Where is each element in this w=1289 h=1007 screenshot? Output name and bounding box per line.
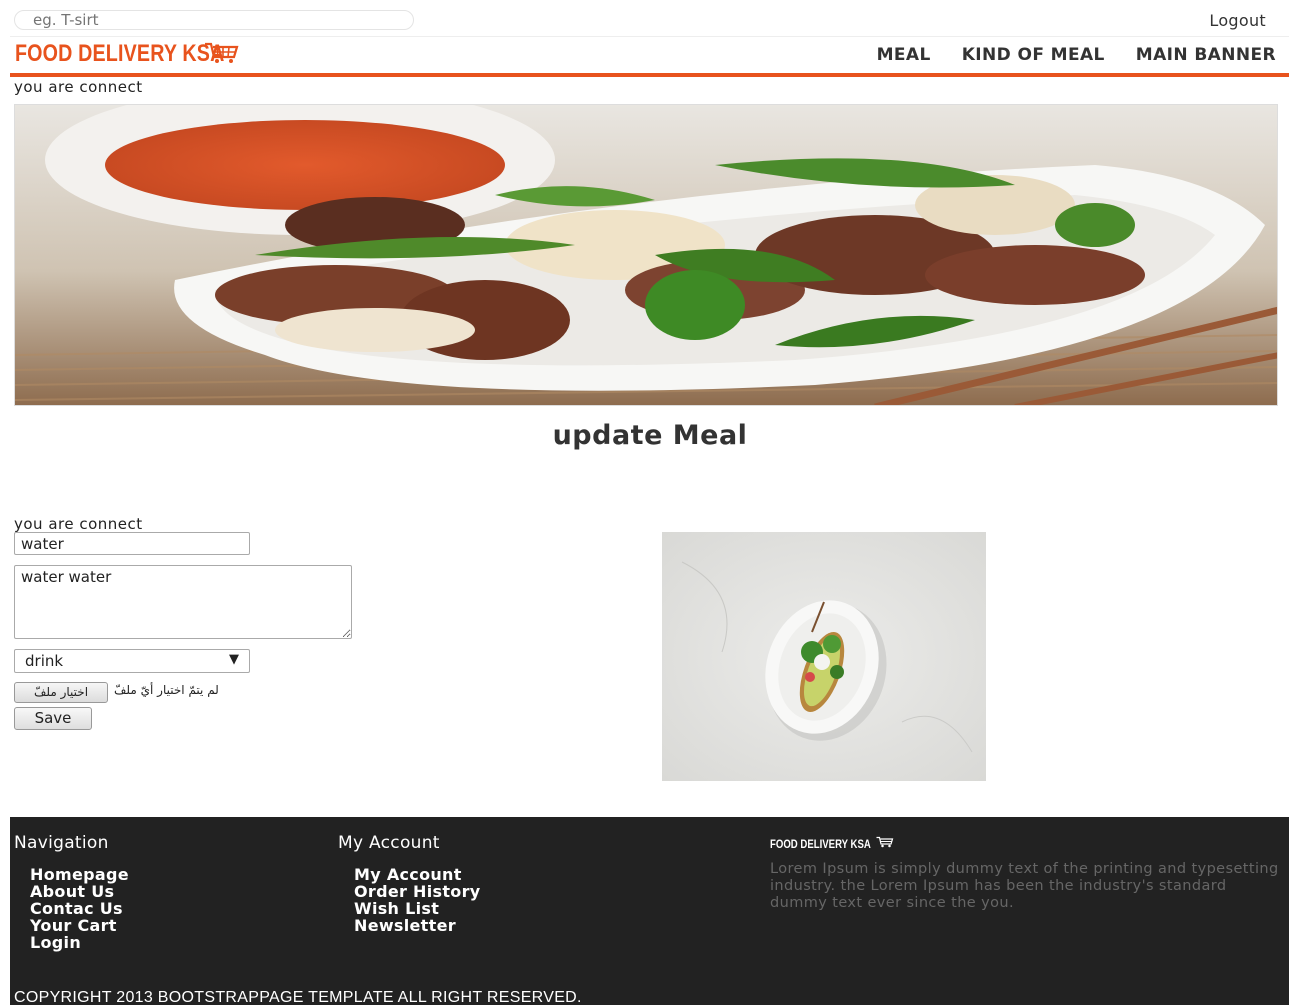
footer-link-contact-us[interactable]: Contac Us bbox=[30, 900, 129, 917]
page: Logout FOOD DELIVERY KSA MEAL KIND OF ME… bbox=[10, 0, 1289, 1006]
footer-link-login[interactable]: Login bbox=[30, 934, 129, 951]
main-nav: MEAL KIND OF MEAL MAIN BANNER bbox=[877, 45, 1276, 65]
footer-link-your-cart[interactable]: Your Cart bbox=[30, 917, 129, 934]
save-button[interactable]: Save bbox=[14, 707, 92, 730]
connection-status: you are connect bbox=[14, 78, 143, 96]
header-accent-bar bbox=[10, 73, 1289, 77]
shopping-cart-icon bbox=[205, 42, 239, 63]
file-status-text: لم يتمّ اختيار أيّ ملفّ bbox=[114, 683, 219, 697]
form-connection-status: you are connect bbox=[14, 515, 143, 533]
meal-description-textarea[interactable]: water water bbox=[14, 565, 352, 639]
footer-about-text: Lorem Ipsum is simply dummy text of the … bbox=[770, 861, 1279, 911]
meal-kind-selected-value: drink bbox=[25, 652, 64, 670]
shopping-cart-icon bbox=[876, 836, 894, 848]
footer-link-newsletter[interactable]: Newsletter bbox=[354, 917, 481, 934]
meal-photo bbox=[662, 532, 986, 781]
footer-link-order-history[interactable]: Order History bbox=[354, 883, 481, 900]
footer-link-homepage[interactable]: Homepage bbox=[30, 866, 129, 883]
page-title: update Meal bbox=[552, 420, 748, 451]
footer-logo-text: FOOD DELIVERY KSA bbox=[770, 837, 871, 851]
nav-main-banner[interactable]: MAIN BANNER bbox=[1136, 45, 1276, 65]
meal-kind-select[interactable]: drink ▼ bbox=[14, 649, 250, 673]
logo-text[interactable]: FOOD DELIVERY KSA bbox=[15, 40, 224, 68]
footer-link-wish-list[interactable]: Wish List bbox=[354, 900, 481, 917]
copyright-text: COPYRIGHT 2013 BOOTSTRAPPAGE TEMPLATE AL… bbox=[14, 989, 582, 1006]
nav-kind-of-meal[interactable]: KIND OF MEAL bbox=[962, 45, 1105, 65]
footer-link-about-us[interactable]: About Us bbox=[30, 883, 129, 900]
header: FOOD DELIVERY KSA MEAL KIND OF MEAL MAIN… bbox=[10, 37, 1289, 73]
nav-meal[interactable]: MEAL bbox=[877, 45, 931, 65]
footer-link-my-account[interactable]: My Account bbox=[354, 866, 481, 883]
footer-navigation-title: Navigation bbox=[14, 833, 109, 853]
footer-account-list: My Account Order History Wish List Newsl… bbox=[354, 866, 481, 934]
logout-link[interactable]: Logout bbox=[1209, 11, 1266, 30]
footer-navigation-list: Homepage About Us Contac Us Your Cart Lo… bbox=[30, 866, 129, 951]
footer: Navigation Homepage About Us Contac Us Y… bbox=[10, 817, 1289, 1006]
footer-account-title: My Account bbox=[338, 833, 440, 853]
search-input[interactable] bbox=[14, 10, 414, 30]
dropdown-arrow-icon: ▼ bbox=[229, 652, 239, 667]
choose-file-button[interactable]: اختيار ملفّ bbox=[14, 682, 108, 703]
meal-name-input[interactable] bbox=[14, 532, 250, 555]
banner-image bbox=[14, 104, 1278, 406]
